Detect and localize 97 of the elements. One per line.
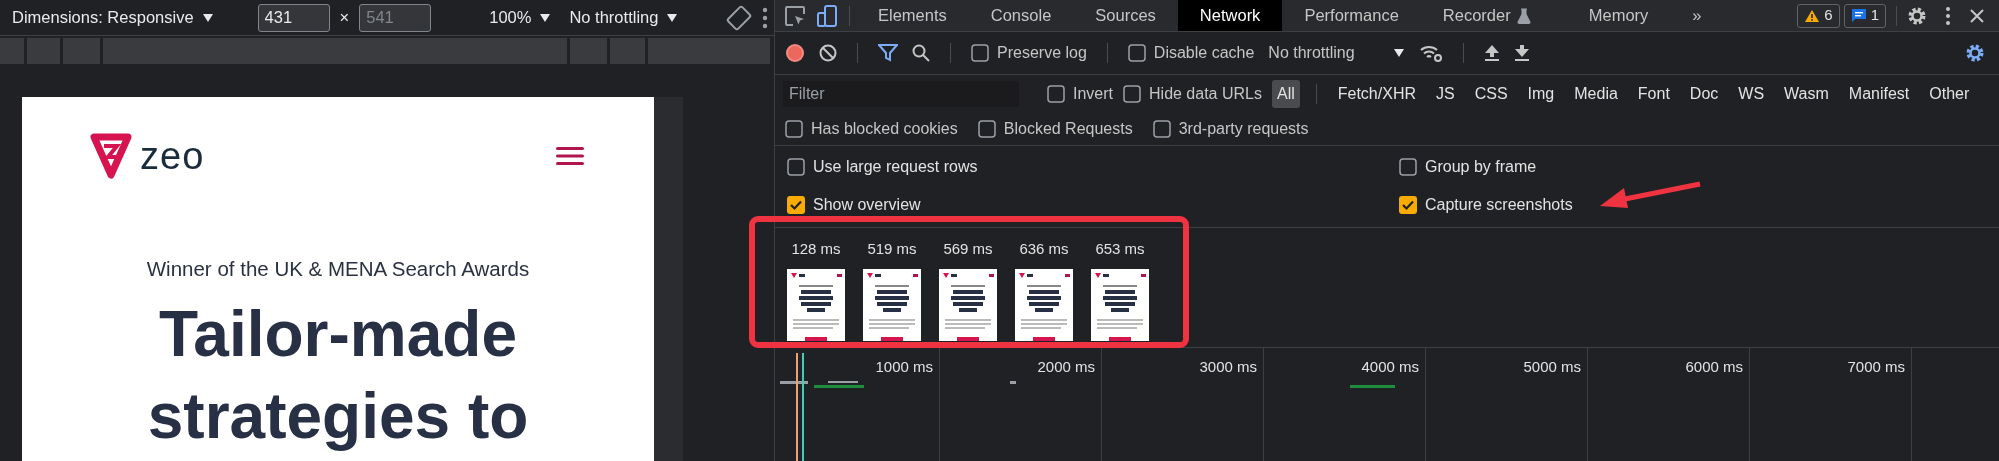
flask-icon: [1516, 7, 1531, 24]
screenshot-thumbnail[interactable]: [1015, 268, 1073, 341]
tick-label: 6000 ms: [1685, 357, 1744, 377]
tab[interactable]: Performance: [1282, 0, 1421, 31]
type-filter[interactable]: Manifest: [1843, 79, 1915, 108]
tab[interactable]: Network: [1177, 0, 1283, 31]
caret-icon: [1392, 48, 1405, 58]
caret-icon: [539, 12, 552, 23]
warnings-badge[interactable]: 6: [1797, 3, 1840, 28]
checkbox[interactable]: [1152, 119, 1171, 138]
download-icon[interactable]: [1513, 44, 1530, 62]
tab[interactable]: Recorder: [1420, 0, 1553, 31]
checkbox-label: 3rd-party requests: [1178, 118, 1309, 139]
warning-icon: [1804, 8, 1821, 23]
checkbox-label: Show overview: [813, 195, 921, 215]
tick-label: 5000 ms: [1523, 357, 1582, 377]
rotate-icon[interactable]: [726, 4, 753, 31]
more-icon[interactable]: [762, 6, 769, 29]
upload-icon[interactable]: [1483, 44, 1500, 62]
tab[interactable]: Console: [968, 0, 1074, 31]
network-conditions-icon[interactable]: [1418, 43, 1443, 63]
type-filter[interactable]: WS: [1733, 79, 1770, 108]
checkbox-label: Invert: [1073, 83, 1113, 104]
type-filter[interactable]: Doc: [1684, 79, 1724, 108]
record-icon[interactable]: [785, 43, 805, 63]
checkbox[interactable]: [787, 196, 805, 214]
tick-label: 7000 ms: [1847, 357, 1906, 377]
tick-label: 1000 ms: [875, 357, 934, 377]
message-icon: [1850, 8, 1867, 23]
checkbox-label: Use large request rows: [813, 157, 978, 177]
time-label: 653 ms: [1095, 239, 1145, 259]
award-text: Winner of the UK & MENA Search Awards: [146, 256, 530, 282]
checkbox[interactable]: [787, 158, 805, 176]
height-field[interactable]: 541: [359, 3, 432, 32]
checkbox-label: Disable cache: [1153, 43, 1255, 63]
checkbox[interactable]: [1399, 196, 1417, 214]
type-filter[interactable]: Wasm: [1779, 79, 1834, 108]
type-filter[interactable]: Fetch/XHR: [1332, 79, 1421, 108]
messages-badge[interactable]: 1: [1843, 3, 1886, 28]
checkbox[interactable]: [1047, 84, 1065, 103]
search-icon[interactable]: [912, 44, 930, 62]
width-field[interactable]: 431: [257, 3, 330, 32]
close-icon[interactable]: [1969, 7, 1985, 24]
caret-icon: [201, 12, 214, 23]
type-filter[interactable]: JS: [1431, 79, 1460, 108]
logo-text: zeo: [140, 137, 205, 175]
checkbox[interactable]: [1123, 84, 1141, 103]
filter-field[interactable]: Filter: [783, 80, 1019, 107]
screenshot-thumbnail[interactable]: [939, 268, 997, 341]
times-label: ×: [339, 7, 350, 29]
checkbox[interactable]: [977, 119, 996, 138]
headline: Tailor-made strategies to: [146, 296, 530, 454]
checkbox-label: Capture screenshots: [1425, 195, 1573, 215]
menu-icon[interactable]: [556, 146, 584, 166]
clear-icon[interactable]: [819, 44, 837, 62]
throttling-dropdown[interactable]: No throttling: [569, 5, 679, 30]
caret-icon: [666, 12, 679, 23]
filter-icon[interactable]: [878, 44, 898, 62]
checkbox[interactable]: [785, 119, 803, 138]
type-filter[interactable]: All: [1271, 79, 1300, 108]
checkbox[interactable]: [971, 44, 989, 62]
tick-label: 2000 ms: [1037, 357, 1096, 377]
time-label: 519 ms: [867, 239, 917, 259]
checkbox-label: Has blocked cookies: [811, 118, 958, 139]
tab[interactable]: Elements: [856, 0, 969, 31]
time-label: 128 ms: [791, 239, 841, 259]
throttling-dropdown[interactable]: No throttling: [1268, 41, 1405, 65]
checkbox[interactable]: [1127, 44, 1146, 62]
type-filter[interactable]: Other: [1924, 79, 1975, 108]
tick-label: 4000 ms: [1361, 357, 1420, 377]
inspect-icon[interactable]: [784, 4, 806, 27]
tick-label: 3000 ms: [1199, 357, 1258, 377]
zoom-dropdown[interactable]: 100%: [489, 5, 552, 30]
dimensions-dropdown[interactable]: Dimensions: Responsive: [12, 5, 214, 30]
type-filter[interactable]: CSS: [1469, 79, 1513, 108]
tab[interactable]: Sources: [1073, 0, 1178, 31]
settings-icon[interactable]: [1965, 43, 1985, 63]
checkbox[interactable]: [1399, 158, 1417, 176]
time-label: 569 ms: [943, 239, 993, 259]
checkbox-label: Blocked Requests: [1003, 118, 1133, 139]
settings-icon[interactable]: [1907, 5, 1927, 26]
screenshot-thumbnail[interactable]: [1091, 268, 1149, 341]
checkbox-label: Hide data URLs: [1149, 83, 1262, 104]
tab[interactable]: Memory: [1566, 0, 1671, 31]
type-filter[interactable]: Img: [1522, 79, 1560, 108]
type-filter[interactable]: Font: [1632, 79, 1675, 108]
checkbox-label: Preserve log: [997, 43, 1087, 63]
device-toolbar-icon[interactable]: [816, 3, 838, 28]
logo-icon[interactable]: [90, 133, 132, 179]
more-tabs-button[interactable]: »: [1670, 0, 1724, 31]
screenshot-thumbnail[interactable]: [863, 268, 921, 341]
more-icon[interactable]: [1945, 5, 1951, 26]
type-filter[interactable]: Media: [1569, 79, 1623, 108]
checkbox-label: Group by frame: [1425, 157, 1537, 177]
screenshot-thumbnail[interactable]: [787, 268, 845, 341]
resize-handle[interactable]: [654, 97, 683, 461]
time-label: 636 ms: [1019, 239, 1069, 259]
